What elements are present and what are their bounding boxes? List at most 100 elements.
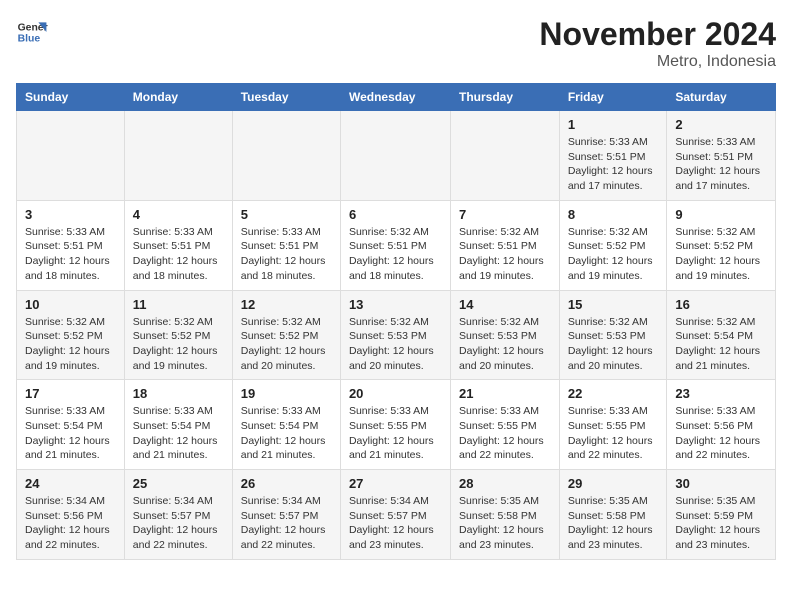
day-number: 14	[459, 297, 551, 312]
day-number: 2	[675, 117, 767, 132]
header-wednesday: Wednesday	[340, 84, 450, 111]
page-header: General Blue November 2024 Metro, Indone…	[16, 16, 776, 71]
table-row: 25 Sunrise: 5:34 AM Sunset: 5:57 PM Dayli…	[124, 470, 232, 560]
table-row: 6Sunrise: 5:32 AM Sunset: 5:51 PM Daylig…	[340, 200, 450, 290]
table-row	[451, 111, 560, 201]
day-number: 21	[459, 386, 551, 401]
header-tuesday: Tuesday	[232, 84, 340, 111]
day-number: 22	[568, 386, 659, 401]
day-number: 15	[568, 297, 659, 312]
day-number: 11	[133, 297, 224, 312]
table-row	[124, 111, 232, 201]
day-number: 10	[25, 297, 116, 312]
table-row: 18 Sunrise: 5:33 AM Sunset: 5:54 PM Dayli…	[124, 380, 232, 470]
day-info: Sunrise: 5:33 AM Sunset: 5:51 PM Dayligh…	[568, 135, 659, 194]
table-row: 8 Sunrise: 5:32 AM Sunset: 5:52 PM Daylig…	[559, 200, 667, 290]
day-info: Sunrise: 5:33 AM Sunset: 5:51 PM Dayligh…	[25, 225, 116, 284]
day-number: 12	[241, 297, 332, 312]
day-number: 18	[133, 386, 224, 401]
day-info: Sunrise: 5:32 AM Sunset: 5:51 PM Dayligh…	[459, 225, 551, 284]
day-number: 3	[25, 207, 116, 222]
day-info: Sunrise: 5:32 AM Sunset: 5:52 PM Dayligh…	[133, 315, 224, 374]
calendar-week-row: 24Sunrise: 5:34 AM Sunset: 5:56 PM Dayli…	[17, 470, 776, 560]
day-number: 20	[349, 386, 442, 401]
table-row: 20 Sunrise: 5:33 AM Sunset: 5:55 PM Dayli…	[340, 380, 450, 470]
day-info: Sunrise: 5:35 AM Sunset: 5:59 PM Dayligh…	[675, 494, 767, 553]
calendar-week-row: 3 Sunrise: 5:33 AM Sunset: 5:51 PM Daylig…	[17, 200, 776, 290]
day-number: 9	[675, 207, 767, 222]
table-row: 15 Sunrise: 5:32 AM Sunset: 5:53 PM Dayli…	[559, 290, 667, 380]
day-number: 19	[241, 386, 332, 401]
table-row: 10Sunrise: 5:32 AM Sunset: 5:52 PM Dayli…	[17, 290, 125, 380]
header-saturday: Saturday	[667, 84, 776, 111]
day-number: 24	[25, 476, 116, 491]
table-row: 22 Sunrise: 5:33 AM Sunset: 5:55 PM Dayli…	[559, 380, 667, 470]
table-row: 7Sunrise: 5:32 AM Sunset: 5:51 PM Daylig…	[451, 200, 560, 290]
header-monday: Monday	[124, 84, 232, 111]
day-info: Sunrise: 5:33 AM Sunset: 5:55 PM Dayligh…	[568, 404, 659, 463]
day-number: 5	[241, 207, 332, 222]
day-info: Sunrise: 5:33 AM Sunset: 5:54 PM Dayligh…	[241, 404, 332, 463]
day-info: Sunrise: 5:32 AM Sunset: 5:53 PM Dayligh…	[349, 315, 442, 374]
day-info: Sunrise: 5:32 AM Sunset: 5:53 PM Dayligh…	[568, 315, 659, 374]
day-info: Sunrise: 5:33 AM Sunset: 5:51 PM Dayligh…	[241, 225, 332, 284]
logo: General Blue	[16, 16, 48, 48]
table-row: 12 Sunrise: 5:32 AM Sunset: 5:52 PM Dayli…	[232, 290, 340, 380]
day-number: 25	[133, 476, 224, 491]
table-row	[17, 111, 125, 201]
day-info: Sunrise: 5:34 AM Sunset: 5:57 PM Dayligh…	[349, 494, 442, 553]
calendar-header-row: Sunday Monday Tuesday Wednesday Thursday…	[17, 84, 776, 111]
day-info: Sunrise: 5:33 AM Sunset: 5:51 PM Dayligh…	[133, 225, 224, 284]
day-number: 1	[568, 117, 659, 132]
day-info: Sunrise: 5:35 AM Sunset: 5:58 PM Dayligh…	[568, 494, 659, 553]
header-friday: Friday	[559, 84, 667, 111]
table-row: 29Sunrise: 5:35 AM Sunset: 5:58 PM Dayli…	[559, 470, 667, 560]
table-row: 9Sunrise: 5:32 AM Sunset: 5:52 PM Daylig…	[667, 200, 776, 290]
table-row: 13 Sunrise: 5:32 AM Sunset: 5:53 PM Dayli…	[340, 290, 450, 380]
day-info: Sunrise: 5:32 AM Sunset: 5:52 PM Dayligh…	[568, 225, 659, 284]
calendar-week-row: 10 Sunrise: 5:32 AM Sunset: 5:52 PM Dayli…	[17, 290, 776, 380]
table-row: 2Sunrise: 5:33 AM Sunset: 5:51 PM Daylig…	[667, 111, 776, 201]
page-title: November 2024	[539, 16, 776, 53]
day-number: 27	[349, 476, 442, 491]
day-info: Sunrise: 5:32 AM Sunset: 5:52 PM Dayligh…	[241, 315, 332, 374]
day-info: Sunrise: 5:33 AM Sunset: 5:56 PM Dayligh…	[675, 404, 767, 463]
day-info: Sunrise: 5:35 AM Sunset: 5:58 PM Dayligh…	[459, 494, 551, 553]
table-row: 23 Sunrise: 5:33 AM Sunset: 5:56 PM Dayli…	[667, 380, 776, 470]
calendar-week-row: 17 Sunrise: 5:33 AM Sunset: 5:54 PM Dayli…	[17, 380, 776, 470]
day-number: 16	[675, 297, 767, 312]
table-row: 1 Sunrise: 5:33 AM Sunset: 5:51 PM Daylig…	[559, 111, 667, 201]
table-row	[232, 111, 340, 201]
table-row: 27 Sunrise: 5:34 AM Sunset: 5:57 PM Dayli…	[340, 470, 450, 560]
title-block: November 2024 Metro, Indonesia	[539, 16, 776, 71]
table-row	[340, 111, 450, 201]
day-number: 23	[675, 386, 767, 401]
day-info: Sunrise: 5:32 AM Sunset: 5:53 PM Dayligh…	[459, 315, 551, 374]
calendar-week-row: 1 Sunrise: 5:33 AM Sunset: 5:51 PM Daylig…	[17, 111, 776, 201]
page-subtitle: Metro, Indonesia	[539, 53, 776, 71]
day-number: 26	[241, 476, 332, 491]
table-row: 5 Sunrise: 5:33 AM Sunset: 5:51 PM Daylig…	[232, 200, 340, 290]
day-number: 8	[568, 207, 659, 222]
table-row: 30Sunrise: 5:35 AM Sunset: 5:59 PM Dayli…	[667, 470, 776, 560]
table-row: 4 Sunrise: 5:33 AM Sunset: 5:51 PM Daylig…	[124, 200, 232, 290]
header-sunday: Sunday	[17, 84, 125, 111]
day-info: Sunrise: 5:34 AM Sunset: 5:57 PM Dayligh…	[241, 494, 332, 553]
table-row: 26 Sunrise: 5:34 AM Sunset: 5:57 PM Dayli…	[232, 470, 340, 560]
day-number: 17	[25, 386, 116, 401]
day-info: Sunrise: 5:34 AM Sunset: 5:57 PM Dayligh…	[133, 494, 224, 553]
day-number: 13	[349, 297, 442, 312]
header-thursday: Thursday	[451, 84, 560, 111]
day-info: Sunrise: 5:33 AM Sunset: 5:55 PM Dayligh…	[459, 404, 551, 463]
calendar-table: Sunday Monday Tuesday Wednesday Thursday…	[16, 83, 776, 560]
day-number: 4	[133, 207, 224, 222]
logo-icon: General Blue	[16, 16, 48, 48]
table-row: 16Sunrise: 5:32 AM Sunset: 5:54 PM Dayli…	[667, 290, 776, 380]
day-info: Sunrise: 5:33 AM Sunset: 5:54 PM Dayligh…	[133, 404, 224, 463]
svg-text:Blue: Blue	[18, 34, 41, 45]
day-info: Sunrise: 5:33 AM Sunset: 5:55 PM Dayligh…	[349, 404, 442, 463]
table-row: 11 Sunrise: 5:32 AM Sunset: 5:52 PM Dayli…	[124, 290, 232, 380]
table-row: 17Sunrise: 5:33 AM Sunset: 5:54 PM Dayli…	[17, 380, 125, 470]
table-row: 24Sunrise: 5:34 AM Sunset: 5:56 PM Dayli…	[17, 470, 125, 560]
table-row: 3 Sunrise: 5:33 AM Sunset: 5:51 PM Daylig…	[17, 200, 125, 290]
